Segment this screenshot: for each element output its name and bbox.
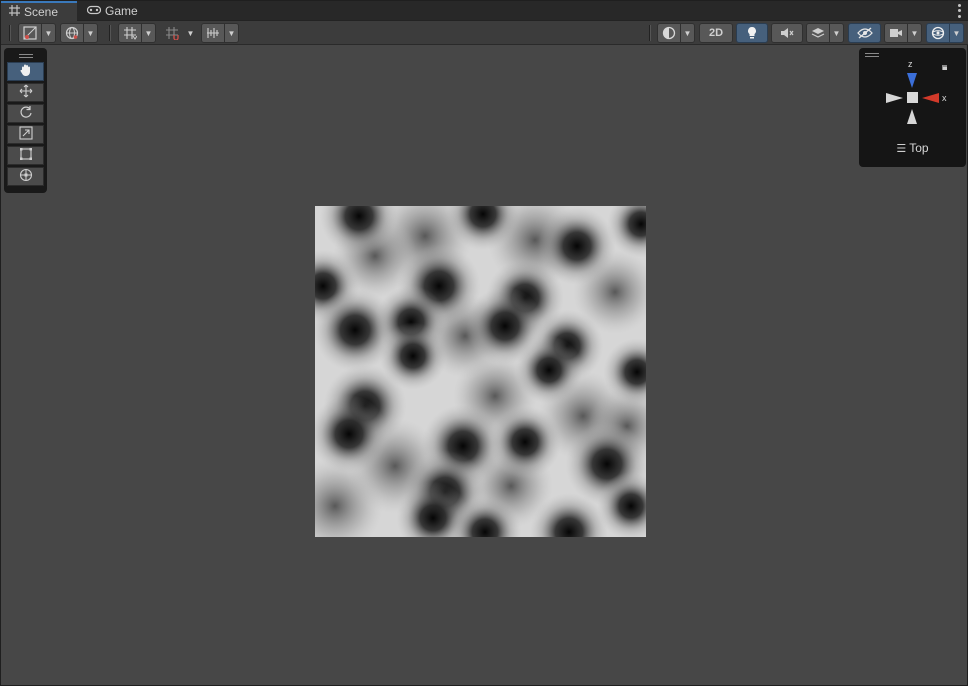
- more-options-icon[interactable]: [955, 3, 963, 19]
- layers-icon: [806, 23, 830, 43]
- toggle-2d-button[interactable]: 2D: [699, 23, 733, 43]
- toolbar-grip: [109, 25, 111, 41]
- scene-toolbar: ▼ ▼ ▼ ▼ ▼ ▼ 2D ▼ ▼ ▼: [1, 21, 968, 45]
- shading-mode-icon: [18, 23, 42, 43]
- tab-game-label: Game: [105, 4, 138, 18]
- panel-grip[interactable]: [7, 52, 44, 60]
- chevron-down-icon: ▼: [84, 23, 98, 43]
- audio-toggle-button[interactable]: [771, 23, 803, 43]
- rect-tool-button[interactable]: [7, 146, 44, 165]
- rotate-icon: [19, 105, 33, 122]
- grid-snap-dropdown[interactable]: ▼: [118, 23, 156, 43]
- camera-icon: [884, 23, 908, 43]
- chevron-down-icon: ▼: [142, 23, 156, 43]
- hand-icon: [19, 63, 33, 80]
- lightbulb-icon: [746, 26, 758, 40]
- chevron-down-icon: ▼: [184, 23, 198, 43]
- view-label[interactable]: ☰ Top: [859, 141, 966, 155]
- effects-dropdown[interactable]: ▼: [806, 23, 844, 43]
- draw-mode-dropdown[interactable]: ▼: [18, 23, 56, 43]
- rotate-tool-button[interactable]: [7, 104, 44, 123]
- camera-dropdown[interactable]: ▼: [884, 23, 922, 43]
- scale-icon: [18, 126, 33, 143]
- scene-visibility-toggle[interactable]: [848, 23, 881, 43]
- axis-x-label: x: [942, 93, 947, 103]
- tab-game[interactable]: Game: [79, 1, 149, 21]
- move-tool-button[interactable]: [7, 83, 44, 102]
- chevron-down-icon: ▼: [225, 23, 239, 43]
- gizmo-sphere-icon: [926, 23, 950, 43]
- move-arrows-icon: [19, 84, 33, 101]
- grid-visibility-dropdown[interactable]: ▼: [201, 23, 239, 43]
- tab-scene-label: Scene: [24, 5, 59, 19]
- grid-magnet-icon: [160, 23, 184, 43]
- orientation-gizmo[interactable]: z x ☰ Top: [859, 48, 966, 167]
- scene-window: Scene Game ▼ ▼ ▼ ▼ ▼ ▼ 2D ▼ ▼ ▼ z x ☰ To…: [0, 0, 968, 686]
- grid-icon: [9, 5, 20, 19]
- increment-snap-dropdown[interactable]: ▼: [160, 23, 198, 43]
- gamepad-icon: [86, 5, 102, 18]
- chevron-down-icon: ▼: [830, 23, 844, 43]
- sphere-shading-icon: [657, 23, 681, 43]
- lighting-toggle-button[interactable]: [736, 23, 768, 43]
- noise-texture-sprite[interactable]: [315, 206, 646, 537]
- shading-dropdown[interactable]: ▼: [657, 23, 695, 43]
- chevron-down-icon: ▼: [681, 23, 695, 43]
- menu-lines-icon: ☰: [896, 143, 907, 155]
- chevron-down-icon: ▼: [908, 23, 922, 43]
- eye-hidden-icon: [856, 27, 873, 39]
- tab-scene[interactable]: Scene: [1, 1, 77, 21]
- transform-tool-button[interactable]: [7, 167, 44, 186]
- axis-z-label: z: [908, 59, 913, 69]
- render-mode-dropdown[interactable]: ▼: [60, 23, 98, 43]
- hand-tool-button[interactable]: [7, 62, 44, 81]
- toolbar-grip: [649, 25, 651, 41]
- grid-snap-icon: [118, 23, 142, 43]
- transform-tools-panel: [4, 48, 47, 193]
- globe-icon: [60, 23, 84, 43]
- transform-all-icon: [19, 168, 33, 185]
- speaker-muted-icon: [780, 27, 794, 39]
- ruler-icon: [201, 23, 225, 43]
- chevron-down-icon: ▼: [42, 23, 56, 43]
- axis-gizmo-icon[interactable]: z x: [859, 48, 966, 138]
- scale-tool-button[interactable]: [7, 125, 44, 144]
- tab-bar: Scene Game: [1, 1, 968, 21]
- rect-transform-icon: [19, 147, 33, 164]
- chevron-down-icon: ▼: [950, 23, 964, 43]
- toolbar-grip: [9, 25, 11, 41]
- gizmos-dropdown[interactable]: ▼: [926, 23, 964, 43]
- view-label-text: Top: [909, 141, 929, 155]
